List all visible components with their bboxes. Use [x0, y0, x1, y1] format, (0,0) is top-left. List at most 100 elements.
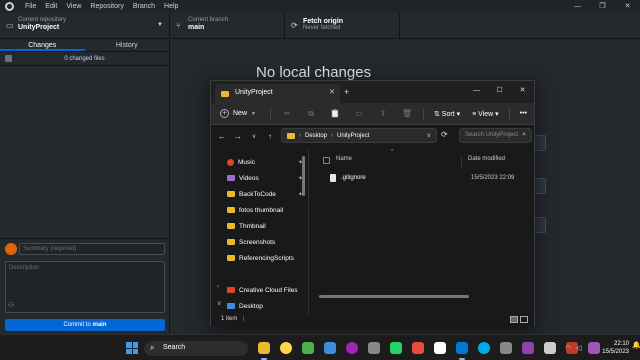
explorer-maximize-button[interactable]: ☐ [488, 81, 511, 103]
taskbar-app-icon[interactable] [368, 342, 380, 354]
menu-branch[interactable]: Branch [133, 3, 155, 10]
search-icon: ⌕ [522, 131, 526, 138]
close-button[interactable]: ✕ [615, 0, 640, 13]
taskbar-search[interactable]: ⌕ Search [144, 341, 248, 356]
horizontal-scrollbar[interactable] [319, 295, 469, 298]
taskbar-clock[interactable]: 22:10 15/5/2023 [595, 340, 629, 356]
fetch-origin-button[interactable]: ⟳ Fetch origin Never fetched [285, 13, 400, 39]
taskbar-app-icon[interactable] [522, 342, 534, 354]
more-options-button[interactable]: ••• [520, 110, 527, 117]
column-header-name[interactable]: Name [336, 156, 352, 170]
menu-file[interactable]: File [25, 3, 36, 10]
explorer-close-button[interactable]: ✕ [511, 81, 534, 103]
taskbar-search-label: Search [163, 344, 186, 351]
column-header-date-modified[interactable]: Date modified [468, 156, 505, 170]
chevron-down-icon[interactable]: ∨ [427, 132, 431, 139]
explorer-minimize-button[interactable]: — [465, 81, 488, 103]
notification-icon[interactable]: 🔔 [632, 341, 640, 349]
chevron-down-icon[interactable]: ∨ [217, 300, 221, 307]
taskbar-app-icon[interactable] [500, 342, 512, 354]
current-branch-selector[interactable]: ⑂ Current branch main [170, 13, 285, 39]
copy-icon[interactable]: ⧉ [299, 109, 323, 119]
windows-start-icon[interactable] [126, 342, 138, 354]
current-branch-label: Current branch [188, 17, 229, 23]
share-icon[interactable]: ⇪ [371, 109, 395, 118]
menu-edit[interactable]: Edit [45, 3, 57, 10]
refresh-icon[interactable]: ⟳ [441, 130, 448, 139]
explorer-tab[interactable]: UnityProject ✕ [215, 84, 340, 103]
breadcrumb-desktop[interactable]: Desktop [305, 133, 327, 139]
nav-item-fotos-thumbnail[interactable]: fotos thumbnail [227, 204, 307, 216]
wifi-icon[interactable]: ◠ [565, 344, 571, 352]
taskbar-app-icon[interactable] [258, 342, 270, 354]
address-bar[interactable]: › Desktop › UnityProject ∨ [281, 128, 437, 143]
forward-arrow-icon[interactable]: → [230, 132, 246, 141]
folder-icon [227, 223, 235, 229]
chevron-up-icon[interactable]: ^ [552, 343, 555, 349]
search-input[interactable]: Search UnityProject ⌕ [459, 128, 532, 143]
restore-button[interactable]: ❐ [590, 0, 615, 13]
cut-icon[interactable]: ✂ [275, 109, 299, 118]
chevron-down-icon: ▼ [251, 110, 256, 117]
nav-item-backtocode[interactable]: BackToCode ✦ [227, 188, 307, 200]
clock-date: 15/5/2023 [602, 349, 629, 355]
taskbar-app-icon[interactable] [412, 342, 424, 354]
taskbar-app-icon[interactable] [434, 342, 446, 354]
description-input[interactable]: Description [5, 261, 165, 313]
view-button[interactable]: ≡ View ▾ [472, 110, 499, 118]
menu-help[interactable]: Help [164, 3, 178, 10]
rename-icon[interactable]: ▭ [347, 109, 371, 118]
sort-button[interactable]: ⇅ Sort ▾ [434, 110, 460, 118]
current-branch-value: main [188, 24, 205, 31]
nav-item-music[interactable]: Music ✦ [227, 156, 307, 168]
divider [508, 107, 510, 120]
new-button[interactable]: + New ▼ [220, 109, 256, 118]
summary-input[interactable]: Summary (required) [19, 243, 165, 255]
delete-icon[interactable]: 🗑 [395, 109, 419, 118]
recent-locations-icon[interactable]: ∨ [246, 133, 262, 140]
nav-item-screenshots[interactable]: Screenshots [227, 236, 307, 248]
breadcrumb-unityproject[interactable]: UnityProject [337, 133, 369, 139]
navigation-scrollbar[interactable] [302, 156, 305, 196]
close-tab-icon[interactable]: ✕ [329, 88, 335, 96]
menu-view[interactable]: View [66, 3, 81, 10]
current-repository-selector[interactable]: ▭ Current repository UnityProject ▼ [0, 13, 170, 39]
new-tab-icon[interactable]: + [344, 87, 349, 97]
taskbar-app-icon[interactable] [456, 342, 468, 354]
nav-item-videos[interactable]: Videos ✦ [227, 172, 307, 184]
nav-item-referencingscripts[interactable]: ReferencingScripts [227, 252, 307, 264]
tab-changes[interactable]: Changes [0, 40, 85, 51]
changed-files-count: 0 changed files [64, 55, 105, 62]
tiles-view-button[interactable] [520, 316, 528, 323]
volume-icon[interactable]: ◁ [576, 344, 581, 352]
github-logo-icon [5, 2, 14, 11]
nav-item-desktop[interactable]: Desktop [227, 300, 307, 312]
file-list-pane: ^ Name Date modified .gitignore 15/5/202… [311, 148, 534, 315]
sync-icon: ⟳ [291, 21, 298, 30]
menu-repository[interactable]: Repository [90, 3, 123, 10]
taskbar-app-icon[interactable] [324, 342, 336, 354]
commit-button[interactable]: Commit to main [5, 319, 165, 331]
nav-item-thmbnail[interactable]: Thmbnail [227, 220, 307, 232]
taskbar-app-icon[interactable] [302, 342, 314, 354]
column-divider[interactable] [461, 157, 462, 167]
back-arrow-icon[interactable]: ← [214, 132, 230, 141]
tab-history[interactable]: History [85, 40, 170, 51]
select-all-checkbox[interactable] [323, 157, 330, 164]
details-view-button[interactable] [510, 316, 518, 323]
paste-icon[interactable]: 📋 [323, 109, 347, 118]
select-all-checkbox[interactable] [5, 55, 12, 62]
minimize-button[interactable]: — [565, 0, 590, 13]
chevron-right-icon[interactable]: › [217, 284, 219, 290]
add-coauthor-icon[interactable]: ⚇ [8, 301, 14, 309]
table-row[interactable]: .gitignore 15/5/2023 22:09 [316, 172, 530, 185]
taskbar-app-icon[interactable] [478, 342, 490, 354]
search-placeholder: Search UnityProject [465, 132, 519, 138]
up-arrow-icon[interactable]: ↑ [262, 132, 278, 141]
fetch-status: Never fetched [303, 25, 341, 31]
taskbar-app-icon[interactable] [346, 342, 358, 354]
taskbar-app-icon[interactable] [280, 342, 292, 354]
nav-item-creative-cloud-files[interactable]: Creative Cloud Files [227, 284, 307, 296]
taskbar-app-icon[interactable] [390, 342, 402, 354]
nav-item-label: ReferencingScripts [239, 254, 294, 262]
